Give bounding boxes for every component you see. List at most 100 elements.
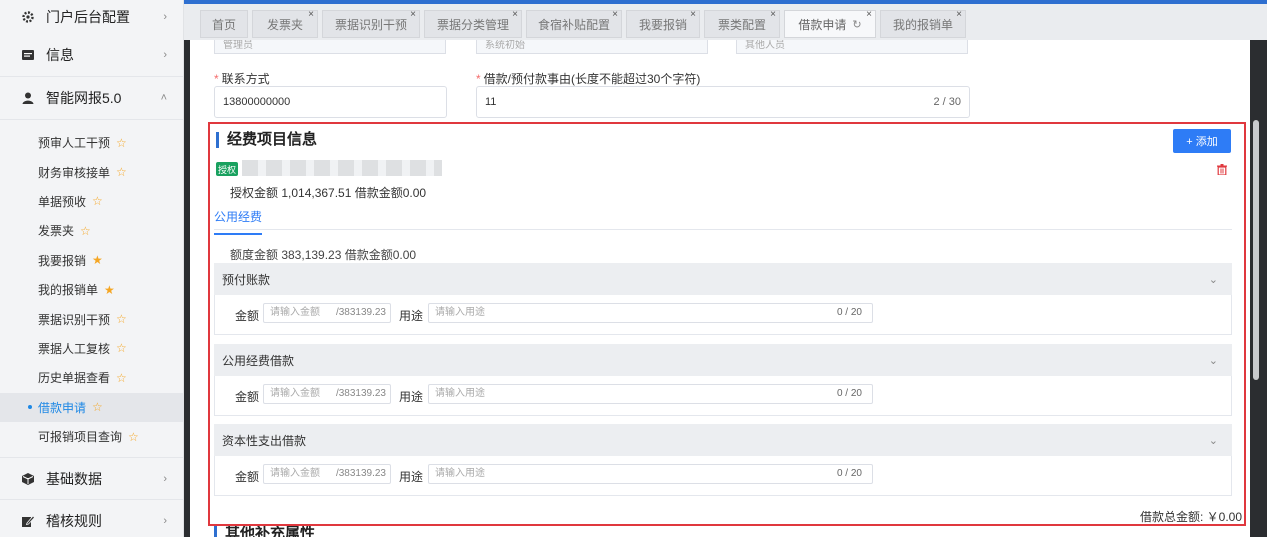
sidebar-item-reimbursable-query[interactable]: 可报销项目查询 ☆ (0, 422, 183, 451)
char-counter: 0 / 20 (836, 388, 862, 399)
star-icon[interactable]: ☆ (92, 400, 103, 414)
contact-input[interactable]: 13800000000 (214, 86, 447, 118)
tab-bill-type-config[interactable]: 票类配置 × (704, 9, 780, 38)
chevron-down-icon[interactable]: ⌄ (1209, 434, 1218, 447)
sidebar-item-label: 票据人工复核 (38, 341, 111, 356)
field-value: 其他人员 (745, 40, 785, 51)
quota-amount-text: 额度金额 383,139.23 借款金额0.00 (230, 248, 417, 262)
sidebar-item-my-reimbursements[interactable]: 我的报销单 ★ (0, 275, 183, 304)
amount-max: /383139.23 (335, 307, 386, 318)
sidebar-item-ocr-intervention[interactable]: 票据识别干预 ☆ (0, 304, 183, 333)
star-icon[interactable]: ☆ (116, 341, 127, 355)
purpose-input[interactable]: 请输入用途 0 / 20 (428, 384, 873, 404)
menu-group-label: 智能网报5.0 (46, 90, 122, 106)
tab-divider (214, 229, 1232, 230)
sidebar-item-bill-pre-receive[interactable]: 单据预收 ☆ (0, 187, 183, 216)
sidebar-item-manual-recheck[interactable]: 票据人工复核 ☆ (0, 334, 183, 363)
star-icon[interactable]: ☆ (116, 371, 127, 385)
trash-icon[interactable] (1217, 164, 1227, 178)
required-mark: * (476, 72, 481, 86)
star-icon[interactable]: ★ (104, 283, 115, 297)
submenu-list: 预审人工干预 ☆ 财务审核接单 ☆ 单据预收 ☆ 发票夹 ☆ 我要报销 ★ 我的报销单 ★ … (0, 120, 183, 452)
close-icon[interactable]: × (690, 9, 696, 20)
star-icon[interactable]: ☆ (128, 430, 139, 444)
chevron-right-icon: › (163, 472, 167, 485)
input-placeholder: 请输入用途 (435, 307, 485, 318)
star-icon[interactable]: ☆ (80, 224, 91, 238)
tab-my-reimbursements[interactable]: 我的报销单 × (880, 9, 966, 38)
menu-group-info[interactable]: 信息 › (0, 34, 183, 76)
tab-label: 票类配置 (717, 17, 766, 32)
menu-group-basic-data[interactable]: 基础数据 › (0, 457, 183, 499)
add-button[interactable]: + 添加 (1173, 129, 1231, 153)
sidebar-item-loan-application[interactable]: 借款申请 ☆ (0, 392, 183, 422)
sidebar-item-label: 我要报销 (38, 253, 87, 268)
star-icon[interactable]: ☆ (116, 165, 127, 179)
chevron-down-icon[interactable]: ⌄ (1209, 354, 1218, 367)
close-icon[interactable]: × (410, 9, 416, 20)
purpose-label: 用途 (399, 309, 424, 323)
accordion-public-loan[interactable]: 公用经费借款 ⌄ (214, 344, 1232, 376)
star-icon[interactable]: ☆ (116, 312, 127, 326)
sidebar-item-invoice-folder[interactable]: 发票夹 ☆ (0, 216, 183, 245)
chevron-right-icon: › (163, 11, 167, 23)
source-field-stub[interactable]: 系统初始 (476, 40, 708, 54)
tab-loan-application[interactable]: 借款申请 ↻ × (784, 9, 876, 38)
close-icon[interactable]: × (612, 9, 618, 20)
sidebar-item-history[interactable]: 历史单据查看 ☆ (0, 363, 183, 392)
applicant-field-stub[interactable]: 管理员 (214, 40, 446, 54)
purpose-label: 用途 (399, 470, 424, 484)
amount-input[interactable]: 请输入金额/383139.23 (263, 384, 391, 404)
tab-meal-allowance[interactable]: 食宿补贴配置 × (526, 9, 622, 38)
reason-label: * 借款/预付款事由(长度不能超过30个字符) (476, 70, 700, 87)
tab-bill-classification[interactable]: 票据分类管理 × (424, 9, 522, 38)
purpose-input[interactable]: 请输入用途 0 / 20 (428, 303, 873, 323)
chevron-right-icon: › (163, 514, 167, 527)
amount-input[interactable]: 请输入金额/383139.23 (263, 464, 391, 484)
tab-label: 食宿补贴配置 (537, 17, 610, 32)
active-dot-icon (28, 405, 32, 410)
amount-input[interactable]: 请输入金额/383139.23 (263, 303, 391, 323)
accordion-title: 公用经费借款 (222, 353, 295, 368)
star-icon[interactable]: ☆ (116, 136, 127, 150)
vertical-scrollbar[interactable] (1253, 120, 1259, 380)
menu-group-portal-config[interactable]: 门户后台配置 › (0, 0, 183, 34)
sidebar: 门户后台配置 › 信息 › 智能网报5.0 ˄ 预审人工干预 ☆ 财务审核接单 ☆ … (0, 0, 184, 537)
accordion-title: 预付账款 (222, 272, 271, 287)
personnel-field-stub[interactable]: 其他人员 (736, 40, 968, 54)
sidebar-item-label: 票据识别干预 (38, 312, 111, 327)
tab-ocr-intervention[interactable]: 票据识别干预 × (322, 9, 420, 38)
menu-group-audit-rules[interactable]: 稽核规则 › (0, 499, 183, 537)
star-icon[interactable]: ★ (92, 253, 103, 267)
chevron-down-icon[interactable]: ⌄ (1209, 273, 1218, 286)
sidebar-item-label: 借款申请 (38, 400, 87, 415)
tab-home[interactable]: 首页 (200, 10, 248, 38)
sidebar-item-finance-review[interactable]: 财务审核接单 ☆ (0, 157, 183, 186)
tab-reimburse[interactable]: 我要报销 × (626, 9, 700, 38)
purpose-input[interactable]: 请输入用途 0 / 20 (428, 464, 873, 484)
menu-group-smart-report[interactable]: 智能网报5.0 ˄ (0, 76, 183, 120)
star-icon[interactable]: ☆ (92, 194, 103, 208)
sidebar-item-label: 财务审核接单 (38, 165, 111, 180)
sidebar-item-pre-audit[interactable]: 预审人工干预 ☆ (0, 128, 183, 157)
refresh-icon[interactable]: ↻ (852, 18, 861, 31)
accordion-prepaid[interactable]: 预付账款 ⌄ (214, 263, 1232, 295)
close-icon[interactable]: × (512, 9, 518, 20)
menu-group-label: 稽核规则 (46, 512, 102, 529)
tab-invoice-folder[interactable]: 发票夹 × (252, 9, 318, 38)
close-icon[interactable]: × (956, 9, 962, 20)
sidebar-item-reimburse[interactable]: 我要报销 ★ (0, 246, 183, 275)
input-placeholder: 请输入用途 (435, 468, 485, 479)
close-icon[interactable]: × (770, 9, 776, 20)
tab-label: 我要报销 (638, 17, 687, 32)
accordion-capital-loan[interactable]: 资本性支出借款 ⌄ (214, 424, 1232, 456)
field-value: 系统初始 (485, 40, 525, 51)
tab-public-funds[interactable]: 公用经费 (214, 208, 263, 235)
accordion-body: 金额 请输入金额/383139.23 用途 请输入用途 0 / 20 (214, 295, 1232, 335)
accordion-body: 金额 请输入金额/383139.23 用途 请输入用途 0 / 20 (214, 456, 1232, 496)
close-icon[interactable]: × (866, 9, 872, 20)
tab-label: 发票夹 (266, 17, 303, 32)
close-icon[interactable]: × (308, 9, 314, 20)
tab-label: 票据识别干预 (334, 17, 407, 32)
reason-input[interactable]: 11 2 / 30 (476, 86, 970, 118)
